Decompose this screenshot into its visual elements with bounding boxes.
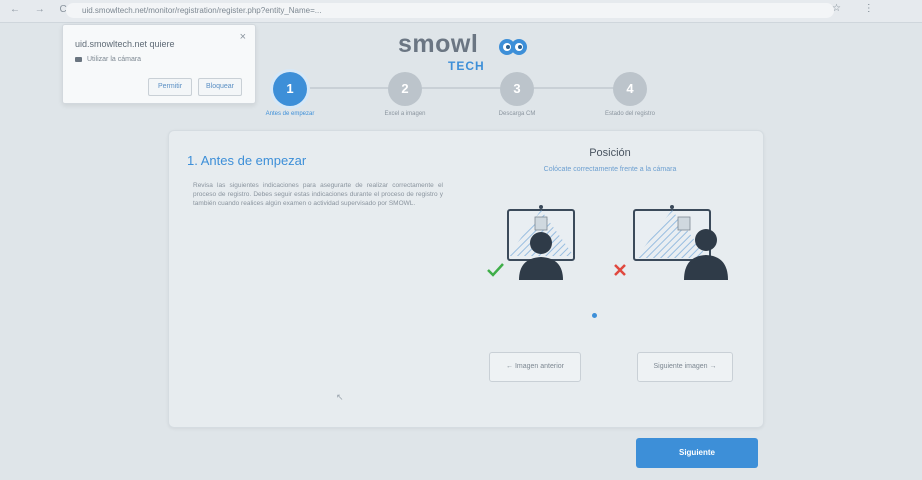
step-1-label: Antes de empezar (265, 111, 315, 117)
permission-label: Utilizar la cámara (87, 56, 142, 63)
next-image-button[interactable]: Siguiente imagen → (637, 352, 733, 382)
previous-image-button[interactable]: ← Imagen anterior (489, 352, 581, 382)
position-subtitle: Colócate correctamente frente a la cámar… (543, 166, 677, 173)
carousel-indicator-dot[interactable] (592, 313, 597, 318)
close-icon[interactable]: × (240, 31, 246, 43)
logo-tech: TECH (448, 59, 485, 73)
step-4-label: Estado del registro (604, 111, 656, 117)
camera-permission-row: Utilizar la cámara (75, 56, 141, 63)
browser-menu-icons[interactable]: ☆ ⋮ (832, 3, 884, 14)
step-2-label: Excel a imagen (384, 111, 426, 117)
camera-icon (75, 56, 82, 62)
check-icon (487, 263, 504, 277)
step-3: 3 (500, 72, 534, 106)
camera-permission-popup: uid.smowltech.net quiere × Utilizar la c… (62, 24, 256, 104)
next-button[interactable]: Siguiente (636, 438, 758, 468)
position-title: Posición (589, 147, 631, 159)
address-bar[interactable]: uid.smowltech.net/monitor/registration/r… (66, 3, 834, 18)
step-2: 2 (388, 72, 422, 106)
instructions-text: Revisa las siguientes indicaciones para … (193, 182, 443, 207)
wrong-position-illustration (633, 205, 728, 280)
browser-toolbar: ← → C uid.smowltech.net/monitor/registra… (0, 0, 922, 23)
step-3-label: Descarga CM (498, 111, 536, 117)
step-1[interactable]: 1 (273, 72, 307, 106)
stepper-line (307, 87, 619, 89)
mouse-cursor-icon: ↖ (336, 392, 344, 402)
browser-nav-icons[interactable]: ← → C (10, 4, 73, 15)
cross-icon (614, 264, 626, 276)
popup-title: uid.smowltech.net quiere (75, 39, 175, 49)
allow-button[interactable]: Permitir (148, 78, 192, 96)
block-button[interactable]: Bloquear (198, 78, 242, 96)
section-title: 1. Antes de empezar (187, 153, 307, 168)
owl-icon (499, 39, 527, 55)
smowl-logo: smowl TECH (398, 30, 548, 80)
logo-brand: smowl (398, 30, 479, 58)
step-4: 4 (613, 72, 647, 106)
